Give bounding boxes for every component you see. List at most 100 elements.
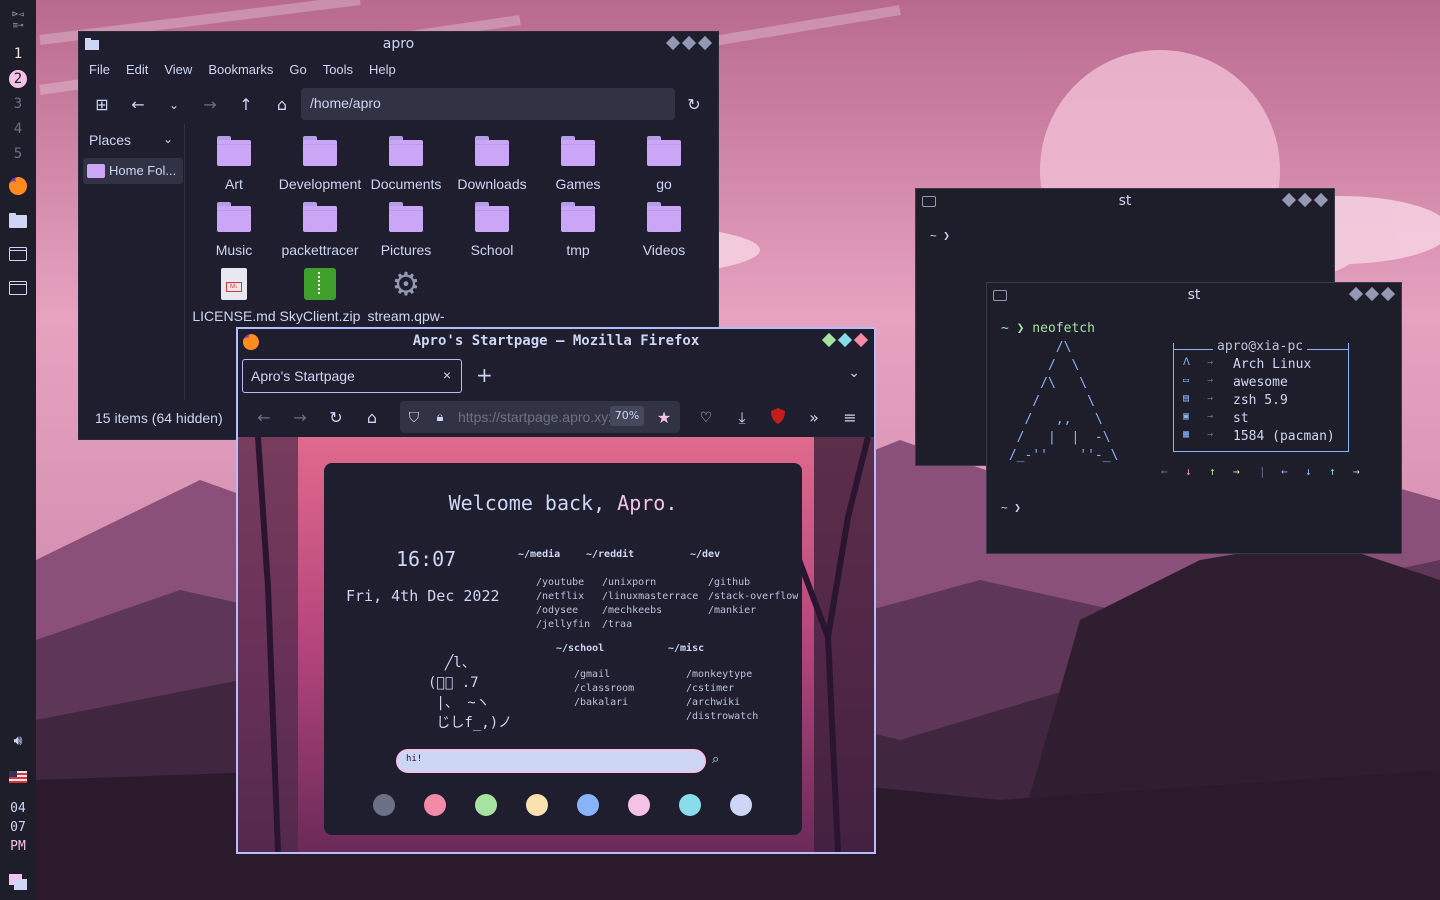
color-swatch[interactable] xyxy=(730,794,752,816)
tab-startpage[interactable]: Apro's Startpage × xyxy=(242,359,462,393)
color-swatch[interactable] xyxy=(373,794,395,816)
color-swatch[interactable] xyxy=(475,794,497,816)
home-icon[interactable]: ⌂ xyxy=(362,408,382,428)
startpage-link[interactable]: /distrowatch xyxy=(686,711,758,722)
file-item[interactable]: M↓ LICENSE.md xyxy=(191,268,277,324)
bookmark-star-icon[interactable]: ★ xyxy=(654,408,674,428)
startpage-link[interactable]: /youtube xyxy=(536,577,584,588)
file-item[interactable]: Games xyxy=(535,136,621,192)
menu-tools[interactable]: Tools xyxy=(323,62,353,77)
maximize-button[interactable] xyxy=(1297,192,1313,208)
tag-icon[interactable]: ≡⊸ xyxy=(8,16,28,36)
file-item[interactable]: packettracer xyxy=(277,202,363,258)
workspace-3[interactable]: 3 xyxy=(0,96,36,112)
workspace-1[interactable]: 1 xyxy=(0,46,36,62)
search-icon[interactable]: ⌕ xyxy=(712,752,719,767)
startpage-link[interactable]: /stack-overflow xyxy=(708,591,798,602)
file-item[interactable]: ⚙ stream.qpw- xyxy=(363,268,449,324)
file-item[interactable]: Downloads xyxy=(449,136,535,192)
sidebar-item-home[interactable]: Home Fol... xyxy=(83,158,183,184)
terminal-icon[interactable] xyxy=(8,278,28,298)
terminal-window-2[interactable]: st ~ ❯ neofetch /\ / \ /\ \ / \ / ,, \ /… xyxy=(986,282,1402,554)
terminal-icon[interactable] xyxy=(8,244,28,264)
maximize-button[interactable] xyxy=(837,332,853,348)
startpage-link[interactable]: /unixporn xyxy=(602,577,656,588)
firefox-icon[interactable] xyxy=(8,176,28,196)
close-button[interactable] xyxy=(853,332,869,348)
hamburger-menu-icon[interactable]: ≡ xyxy=(840,408,860,428)
shield-icon[interactable]: ⛉ xyxy=(404,408,424,428)
startpage-link[interactable]: /jellyfin xyxy=(536,619,590,630)
workspace-4[interactable]: 4 xyxy=(0,121,36,137)
home-icon[interactable]: ⌂ xyxy=(273,96,291,114)
ublock-icon[interactable] xyxy=(768,408,788,428)
file-item[interactable]: Music xyxy=(191,202,277,258)
close-tab-icon[interactable]: × xyxy=(443,367,451,383)
startpage-link[interactable]: /linuxmasterrace xyxy=(602,591,698,602)
refresh-icon[interactable]: ↻ xyxy=(685,96,703,114)
close-button[interactable] xyxy=(697,35,713,51)
minimize-button[interactable] xyxy=(1348,286,1364,302)
download-icon[interactable]: ⤓ xyxy=(732,408,752,428)
file-item[interactable]: Videos xyxy=(621,202,707,258)
new-tab-icon[interactable]: ⊞ xyxy=(93,96,111,114)
forward-arrow-icon[interactable]: → xyxy=(201,96,219,114)
pocket-icon[interactable]: ♡ xyxy=(696,408,716,428)
lock-icon[interactable]: 🔒︎ xyxy=(430,408,450,428)
terminal-titlebar[interactable]: st xyxy=(987,283,1401,309)
chevron-down-icon[interactable]: ⌄ xyxy=(163,132,173,146)
history-chevron-icon[interactable]: ⌄ xyxy=(165,96,183,114)
close-button[interactable] xyxy=(1313,192,1329,208)
menu-go[interactable]: Go xyxy=(289,62,306,77)
back-arrow-icon[interactable]: ← xyxy=(254,408,274,428)
startpage-link[interactable]: /cstimer xyxy=(686,683,734,694)
startpage-link[interactable]: /mankier xyxy=(708,605,756,616)
minimize-button[interactable] xyxy=(821,332,837,348)
back-arrow-icon[interactable]: ← xyxy=(129,96,147,114)
color-swatch[interactable] xyxy=(577,794,599,816)
search-input[interactable]: hi! xyxy=(396,749,706,773)
menu-file[interactable]: File xyxy=(89,62,110,77)
maximize-button[interactable] xyxy=(1364,286,1380,302)
menu-view[interactable]: View xyxy=(164,62,192,77)
startpage-link[interactable]: /monkeytype xyxy=(686,669,752,680)
startpage-link[interactable]: /gmail xyxy=(574,669,610,680)
firefox-titlebar[interactable]: Apro's Startpage — Mozilla Firefox xyxy=(238,329,874,355)
reload-icon[interactable]: ↻ xyxy=(326,408,346,428)
color-swatch[interactable] xyxy=(628,794,650,816)
minimize-button[interactable] xyxy=(665,35,681,51)
up-arrow-icon[interactable]: ↑ xyxy=(237,96,255,114)
forward-arrow-icon[interactable]: → xyxy=(290,408,310,428)
us-flag-icon[interactable] xyxy=(8,767,28,787)
file-item[interactable]: go xyxy=(621,136,707,192)
file-item[interactable]: School xyxy=(449,202,535,258)
color-swatch[interactable] xyxy=(526,794,548,816)
menu-bookmarks[interactable]: Bookmarks xyxy=(208,62,273,77)
startpage-link[interactable]: /traa xyxy=(602,619,632,630)
layout-icon[interactable] xyxy=(8,872,28,892)
menu-edit[interactable]: Edit xyxy=(126,62,148,77)
startpage-link[interactable]: /github xyxy=(708,577,750,588)
startpage-link[interactable]: /odysee xyxy=(536,605,578,616)
startpage-link[interactable]: /classroom xyxy=(574,683,634,694)
file-item[interactable]: Pictures xyxy=(363,202,449,258)
close-button[interactable] xyxy=(1380,286,1396,302)
workspace-5[interactable]: 5 xyxy=(0,146,36,162)
list-tabs-chevron-icon[interactable]: ⌄ xyxy=(848,365,860,381)
color-swatch[interactable] xyxy=(424,794,446,816)
file-manager-titlebar[interactable]: apro xyxy=(79,32,718,58)
maximize-button[interactable] xyxy=(681,35,697,51)
workspace-2[interactable]: 2 xyxy=(0,71,36,87)
places-header[interactable]: Places xyxy=(89,132,131,148)
folder-icon[interactable] xyxy=(8,210,28,230)
color-swatch[interactable] xyxy=(679,794,701,816)
startpage-link[interactable]: /archwiki xyxy=(686,697,740,708)
file-item[interactable]: tmp xyxy=(535,202,621,258)
minimize-button[interactable] xyxy=(1281,192,1297,208)
file-item[interactable]: Development xyxy=(277,136,363,192)
menu-help[interactable]: Help xyxy=(369,62,396,77)
file-item[interactable]: SkyClient.zip xyxy=(277,268,363,324)
volume-icon[interactable]: 🔊︎ xyxy=(8,731,28,751)
file-item[interactable]: Art xyxy=(191,136,277,192)
terminal-titlebar[interactable]: st xyxy=(916,189,1334,215)
